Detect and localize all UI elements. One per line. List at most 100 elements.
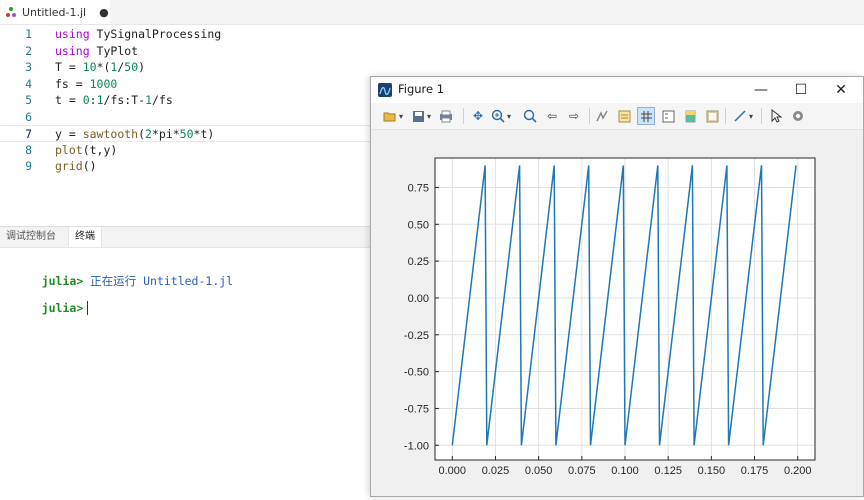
grid-icon[interactable] (637, 107, 655, 125)
brush-icon[interactable] (593, 107, 611, 125)
x-tick-label: 0.075 (568, 465, 596, 477)
code-token: ) (138, 60, 146, 74)
y-tick-label: 0.25 (408, 256, 429, 268)
code-text: t = 0:1/fs:T-1/fs (55, 92, 173, 109)
settings-icon[interactable] (789, 107, 807, 125)
legend-icon[interactable] (659, 107, 677, 125)
sawtooth-chart[interactable]: 0.000 0.025 0.050 0.075 0.100 0.125 0.150 0.175… (371, 130, 863, 496)
code-text: grid() (55, 158, 97, 175)
editor-tab-bar: Untitled-1.jl ● (0, 0, 864, 25)
y-tick-label: 0.00 (408, 293, 429, 305)
code-editor[interactable]: 1 using TySignalProcessing 2 using TyPlot 3 T… (0, 24, 864, 224)
x-tick-label: 0.150 (698, 465, 726, 477)
terminal-output: 正在运行 Untitled-1.jl (83, 274, 234, 288)
x-tick-label: 0.000 (439, 465, 467, 477)
unsaved-dot-icon[interactable]: ● (99, 6, 109, 19)
line-number: 4 (25, 76, 32, 91)
code-token: 2 (145, 127, 152, 141)
julia-prompt: julia> (41, 301, 84, 315)
julia-prompt: julia> (41, 274, 84, 288)
figure-toolbar: ▾ ▾ ✥ ▾ ⇦ ⇨ ▾ (371, 103, 863, 130)
print-icon[interactable] (437, 107, 455, 125)
figure-window[interactable]: Figure 1 — ☐ ✕ ▾ ▾ ✥ ▾ ⇦ ⇨ ▾ 0.000 0.025 0… (370, 76, 864, 497)
data-tip-icon[interactable] (615, 107, 633, 125)
y-tick-label: -0.50 (404, 367, 429, 379)
pointer-icon[interactable] (767, 107, 785, 125)
code-text: using TyPlot (55, 43, 138, 60)
frame-icon[interactable] (703, 107, 721, 125)
code-token: /fs:T- (103, 93, 146, 107)
code-token: 50 (124, 60, 139, 74)
line-number: 3 (25, 60, 32, 74)
code-token: ( (138, 127, 146, 141)
julia-file-icon (6, 6, 17, 18)
code-line[interactable]: 2 using TyPlot (0, 43, 864, 60)
x-tick-label: 0.175 (741, 465, 769, 477)
toolbar-separator (589, 108, 590, 124)
code-token: sawtooth (82, 127, 139, 141)
code-token: 10 (82, 60, 97, 74)
line-number: 1 (25, 27, 32, 41)
code-token: 1000 (89, 76, 118, 91)
colorbar-icon[interactable] (681, 107, 699, 125)
code-token: *pi* (151, 127, 180, 141)
line-number: 8 (25, 142, 32, 157)
editor-tab-untitled[interactable]: Untitled-1.jl ● (0, 0, 110, 24)
code-token: /fs (152, 93, 173, 107)
code-token: fs = (55, 76, 90, 91)
chevron-down-icon[interactable]: ▾ (397, 107, 405, 125)
code-text: fs = 1000 (55, 76, 117, 93)
code-token: *t) (193, 127, 215, 141)
forward-icon[interactable]: ⇨ (565, 107, 583, 125)
tab-debug-console[interactable]: 调试控制台 (0, 227, 62, 247)
code-token: () (82, 159, 97, 173)
toolbar-separator (463, 108, 464, 124)
code-token: 1 (145, 93, 152, 107)
y-tick-label: -0.25 (404, 330, 429, 342)
code-token: *( (96, 60, 111, 74)
line-number: 5 (25, 93, 32, 107)
back-icon[interactable]: ⇦ (543, 107, 561, 125)
y-tick-label: -0.75 (404, 403, 429, 415)
code-token: plot (55, 142, 83, 157)
code-text: T = 10*(1/50) (55, 59, 145, 76)
minimize-button[interactable]: — (741, 77, 781, 103)
editor-tab-label: Untitled-1.jl (22, 5, 87, 19)
line-number: 6 (25, 109, 32, 124)
close-button[interactable]: ✕ (821, 77, 861, 103)
zoom-fit-icon[interactable] (521, 107, 539, 125)
pan-icon[interactable]: ✥ (469, 107, 487, 125)
code-text: y = sawtooth(2*pi*50*t) (55, 126, 214, 143)
terminal-input-line[interactable]: julia> (14, 287, 89, 329)
code-line[interactable]: 1 using TySignalProcessing (0, 26, 864, 43)
code-token: TySignalProcessing (89, 27, 222, 41)
code-token: y = (55, 127, 83, 141)
code-token: : (89, 93, 97, 107)
y-tick-label: 0.75 (408, 182, 429, 194)
chevron-down-icon[interactable]: ▾ (505, 107, 513, 125)
x-tick-label: 0.100 (611, 465, 639, 477)
code-token: (t,y) (82, 142, 118, 157)
toolbar-separator (761, 108, 762, 124)
figure-app-icon (378, 83, 392, 97)
code-text: using TySignalProcessing (55, 26, 221, 43)
line-number: 9 (25, 159, 32, 173)
code-token: T = (55, 60, 83, 74)
chevron-down-icon[interactable]: ▾ (747, 107, 755, 125)
maximize-button[interactable]: ☐ (781, 77, 821, 103)
code-token: t = (55, 93, 83, 107)
x-tick-label: 0.050 (525, 465, 553, 477)
y-tick-label: -1.00 (404, 440, 429, 452)
x-tick-label: 0.125 (654, 465, 682, 477)
code-line[interactable]: 3 T = 10*(1/50) (0, 59, 864, 76)
code-token: TyPlot (89, 43, 139, 58)
code-token: 0 (82, 93, 90, 107)
chevron-down-icon[interactable]: ▾ (425, 107, 433, 125)
code-token: using (55, 43, 90, 58)
tab-terminal[interactable]: 终端 (68, 227, 102, 247)
plot-area[interactable]: 0.000 0.025 0.050 0.075 0.100 0.125 0.150 0.175… (371, 130, 863, 496)
toolbar-separator (725, 108, 726, 124)
figure-title: Figure 1 (398, 82, 445, 96)
y-tick-label: 0.50 (408, 219, 429, 231)
figure-title-bar[interactable]: Figure 1 — ☐ ✕ (371, 77, 863, 103)
